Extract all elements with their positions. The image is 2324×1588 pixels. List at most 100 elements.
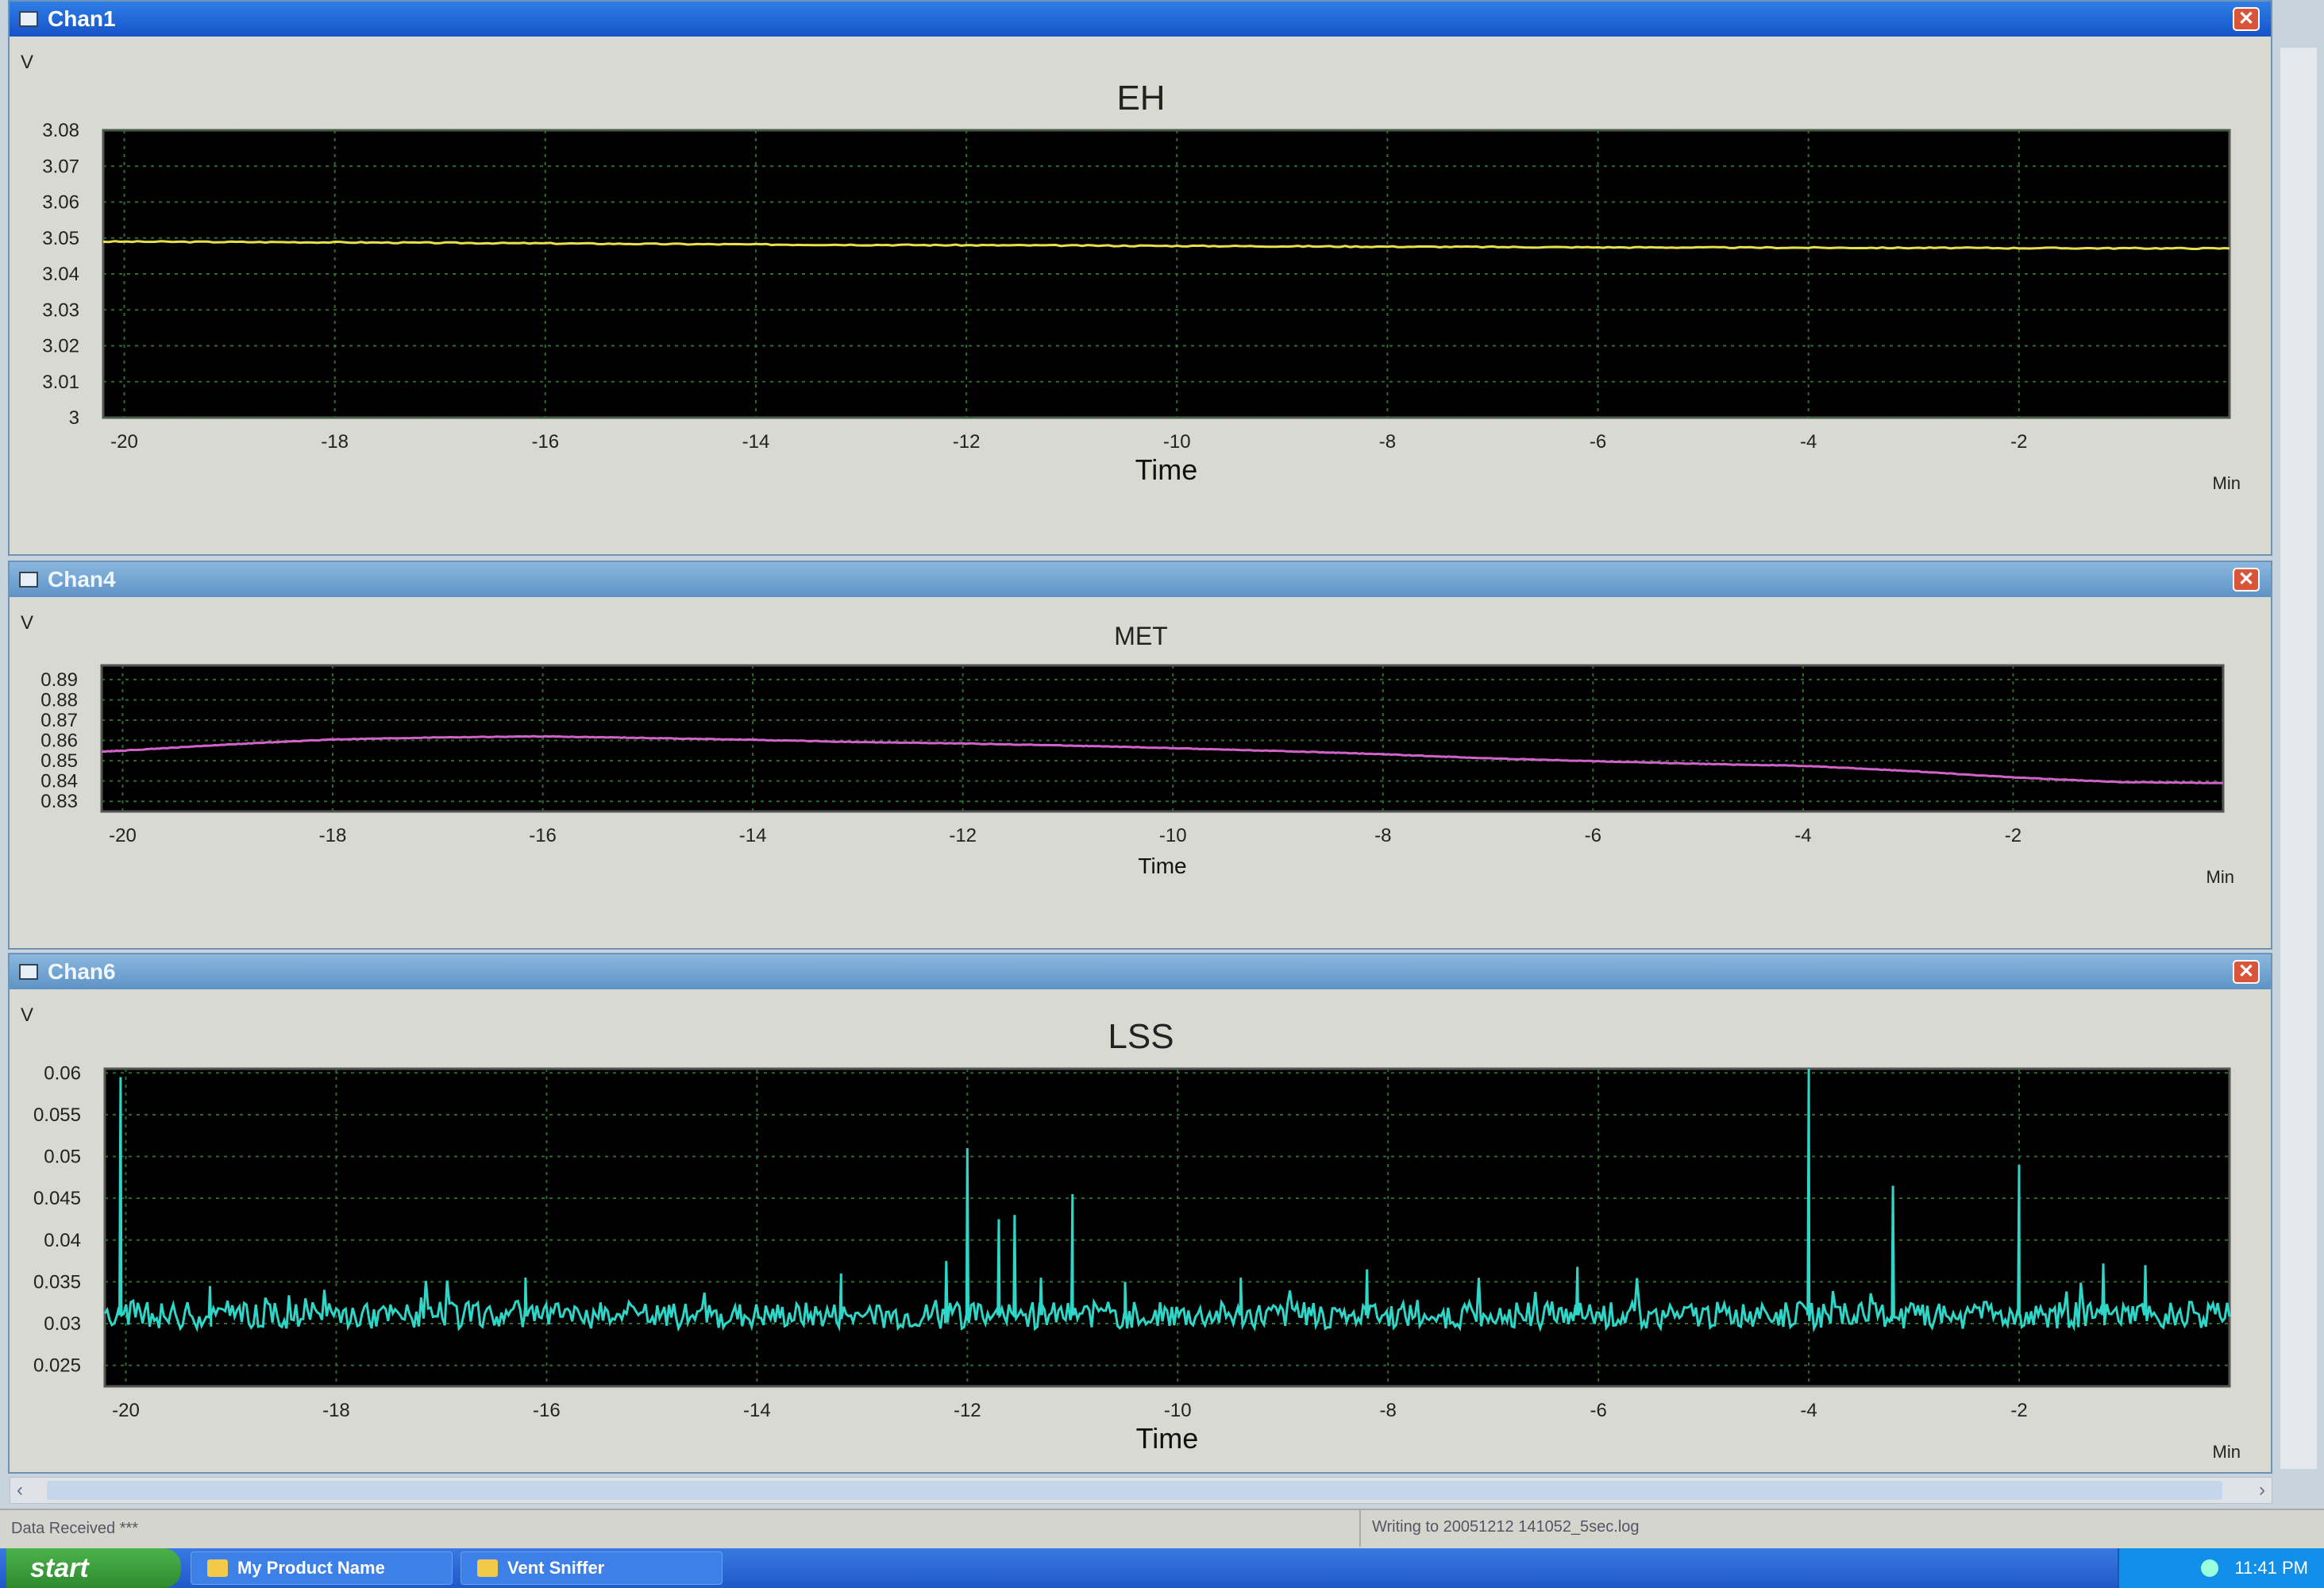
chan4-client: MET V -20 -18 -16 -14 -12 -10 -8 -6 -4 -2 0.83 0.84 0.… (10, 597, 2271, 948)
taskbar-item-my-product-name[interactable]: My Product Name (191, 1551, 453, 1585)
y-tick-label: 0.06 (44, 1062, 81, 1084)
x-tick-label: -4 (1800, 431, 1817, 453)
x-tick-label: -14 (743, 1400, 771, 1421)
taskbar: start My Product Name Vent Sniffer 11:41… (0, 1548, 2324, 1588)
status-text: Data Received *** (11, 1520, 139, 1537)
x-axis-unit: Min (2213, 473, 2241, 493)
y-tick-label: 3.02 (42, 336, 79, 357)
x-tick-label: -12 (953, 431, 981, 453)
y-tick-label: 0.88 (40, 689, 78, 711)
x-tick-label: -10 (1163, 431, 1191, 453)
scroll-thumb[interactable] (47, 1481, 2222, 1500)
y-axis-unit: V (21, 1004, 33, 1026)
chart-title: EH (1116, 79, 1165, 118)
y-tick-label: 0.05 (44, 1147, 81, 1168)
chan4-window: Chan4 ✕ MET V -20 -18 -16 -14 -12 -10 -8 -6 -4 -2 0.… (8, 561, 2272, 950)
taskbar-item-label: Vent Sniffer (507, 1558, 605, 1578)
y-tick-label: 3 (69, 407, 79, 429)
x-tick-label: -20 (112, 1400, 140, 1421)
chan6-window: Chan6 ✕ LSS V -20 -18 -16 -14 -12 -10 -8 -6 -4 -2 0.… (8, 953, 2272, 1474)
app-icon (19, 11, 38, 27)
y-tick-label: 0.055 (33, 1104, 81, 1126)
x-tick-label: -6 (1590, 1400, 1606, 1421)
x-axis-unit: Min (2213, 1442, 2241, 1462)
x-tick-label: -14 (739, 825, 767, 846)
start-button[interactable]: start (6, 1548, 181, 1588)
x-tick-label: -14 (742, 431, 770, 453)
x-tick-label: -16 (529, 825, 557, 846)
chan1-titlebar[interactable]: Chan1 ✕ (10, 2, 2271, 37)
window-title: Chan6 (48, 959, 116, 984)
chan1-client: EH V -20 -18 -16 -14 -12 -10 -8 -6 -4 -2 3 3.01 3.02 3.… (10, 37, 2271, 554)
y-tick-label: 0.045 (33, 1188, 81, 1209)
close-button[interactable]: ✕ (2233, 960, 2260, 984)
chan6-client: LSS V -20 -18 -16 -14 -12 -10 -8 -6 -4 -2 0.025 0.03 0… (10, 989, 2271, 1472)
x-tick-label: -2 (2005, 825, 2021, 846)
x-axis-label: Time (1136, 1422, 1199, 1455)
x-axis-label: Time (1135, 453, 1198, 486)
y-axis-unit: V (21, 612, 33, 634)
chan1-window: Chan1 ✕ EH V -20 -18 -16 -14 -12 -10 -8 -6 -4 -2 3 3.… (8, 0, 2272, 556)
app-icon (19, 964, 38, 980)
x-tick-label: -2 (2010, 1400, 2027, 1421)
clock: 11:41 PM (2234, 1558, 2308, 1578)
x-tick-label: -20 (109, 825, 137, 846)
x-tick-label: -12 (954, 1400, 981, 1421)
horizontal-scrollbar[interactable]: ‹ › (10, 1477, 2272, 1504)
x-tick-label: -8 (1379, 431, 1396, 453)
y-axis-unit: V (21, 52, 33, 73)
chart-title: LSS (1108, 1017, 1174, 1056)
window-title: Chan4 (48, 567, 116, 592)
x-tick-label: -6 (1590, 431, 1606, 453)
y-tick-label: 0.85 (40, 750, 78, 772)
y-tick-label: 3.07 (42, 156, 79, 177)
y-tick-label: 0.025 (33, 1355, 81, 1377)
close-button[interactable]: ✕ (2233, 7, 2260, 31)
folder-icon (207, 1559, 228, 1577)
x-tick-label: -4 (1800, 1400, 1817, 1421)
y-tick-label: 0.04 (44, 1230, 81, 1251)
system-tray: 11:41 PM (2118, 1548, 2324, 1588)
y-tick-label: 0.03 (44, 1313, 81, 1335)
x-tick-label: -2 (2010, 431, 2027, 453)
y-tick-label: 3.06 (42, 192, 79, 214)
chan6-chart: LSS V -20 -18 -16 -14 -12 -10 -8 -6 -4 -2 0.025 0.03 0… (21, 1004, 2241, 1462)
x-tick-label: -18 (322, 1400, 350, 1421)
x-tick-label: -6 (1585, 825, 1601, 846)
scroll-right-icon[interactable]: › (2259, 1479, 2265, 1501)
scroll-left-icon[interactable]: ‹ (17, 1479, 23, 1501)
y-tick-label: 0.83 (40, 791, 78, 812)
x-tick-label: -18 (321, 431, 349, 453)
chan4-chart: METV-20 -18 -16 -14 -12 -10 -8 -6 -4 -20.830.840.… (21, 612, 2234, 887)
y-tick-label: 0.035 (33, 1271, 81, 1293)
x-tick-label: -20 (110, 431, 138, 453)
x-tick-label: -12 (949, 825, 977, 846)
y-tick-label: 0.84 (40, 771, 78, 792)
close-button[interactable]: ✕ (2233, 568, 2260, 592)
x-tick-label: -10 (1159, 825, 1187, 846)
x-tick-label: -8 (1380, 1400, 1397, 1421)
chart-title: MET (1114, 622, 1168, 650)
y-tick-label: 3.03 (42, 299, 79, 321)
x-tick-label: -8 (1374, 825, 1391, 846)
y-tick-label: 3.04 (42, 264, 79, 285)
window-title: Chan1 (48, 6, 116, 31)
y-tick-label: 0.87 (40, 710, 78, 731)
x-axis-unit: Min (2206, 867, 2234, 887)
chan6-titlebar[interactable]: Chan6 ✕ (10, 954, 2271, 989)
taskbar-item-vent-sniffer[interactable]: Vent Sniffer (461, 1551, 723, 1585)
plot-area (103, 1067, 2231, 1388)
y-tick-label: 0.86 (40, 730, 78, 752)
chan1-chart: EH V -20 -18 -16 -14 -12 -10 -8 -6 -4 -2 3 3.01 3.02 3.… (21, 52, 2241, 493)
y-tick-label: 3.01 (42, 372, 79, 393)
y-tick-label: 3.05 (42, 228, 79, 249)
network-icon[interactable] (2201, 1559, 2219, 1577)
y-tick-label: 3.08 (42, 120, 79, 141)
taskbar-item-label: My Product Name (237, 1558, 385, 1578)
x-tick-label: -16 (531, 431, 559, 453)
y-tick-label: 0.89 (40, 669, 78, 691)
app-icon (19, 572, 38, 588)
vertical-scrollbar[interactable] (2280, 48, 2317, 1469)
chan4-titlebar[interactable]: Chan4 ✕ (10, 562, 2271, 597)
x-axis-label: Time (1138, 854, 1186, 878)
